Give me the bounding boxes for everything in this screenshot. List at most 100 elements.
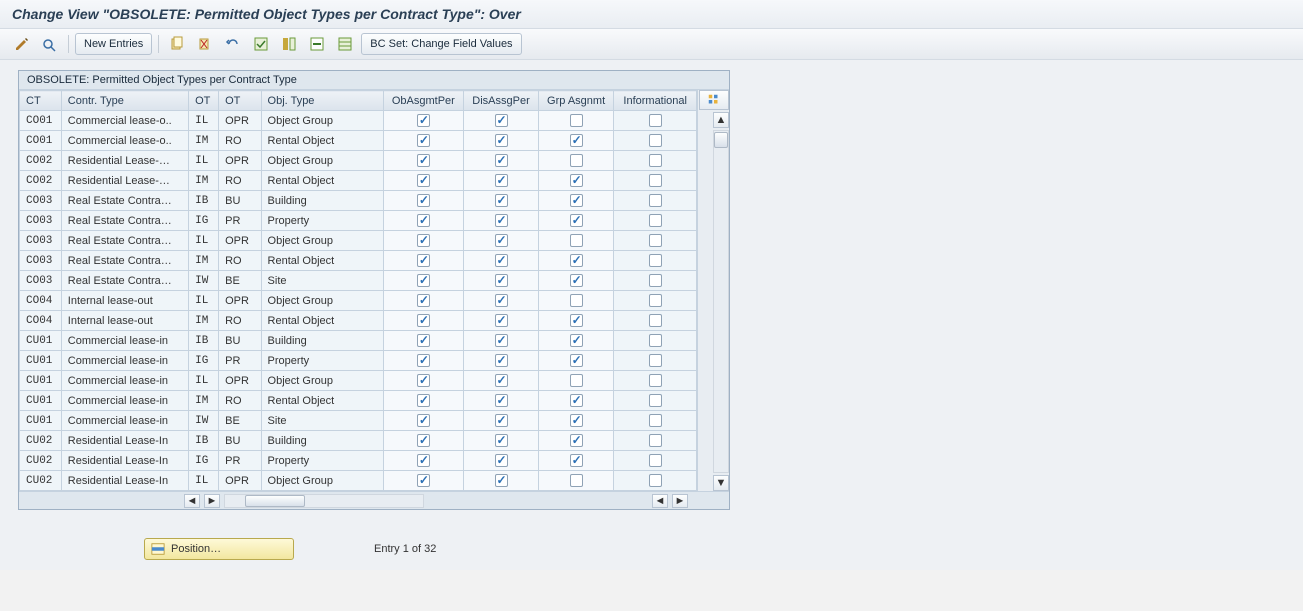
cell-ot1[interactable]: IW <box>189 411 219 431</box>
hscroll-thumb[interactable] <box>245 495 305 507</box>
cell-ot2[interactable]: BU <box>219 431 261 451</box>
cell-ot2[interactable]: PR <box>219 211 261 231</box>
cell-ct[interactable]: CU02 <box>20 471 62 491</box>
table-row[interactable]: CO03Real Estate Contra…IMRORental Object <box>20 251 697 271</box>
cell-obj-type[interactable]: Rental Object <box>261 391 383 411</box>
informational-checkbox[interactable] <box>649 274 662 287</box>
table-row[interactable]: CU01Commercial lease-inIGPRProperty <box>20 351 697 371</box>
other-view-icon[interactable] <box>38 33 62 55</box>
cell-ot1[interactable]: IL <box>189 291 219 311</box>
cell-ot1[interactable]: IL <box>189 471 219 491</box>
cell-obj-type[interactable]: Property <box>261 451 383 471</box>
informational-checkbox[interactable] <box>649 334 662 347</box>
table-row[interactable]: CO04Internal lease-outILOPRObject Group <box>20 291 697 311</box>
cell-contr-type[interactable]: Real Estate Contra… <box>61 251 188 271</box>
grpasgnmt-checkbox[interactable] <box>570 194 583 207</box>
copy-as-icon[interactable] <box>165 33 189 55</box>
informational-checkbox[interactable] <box>649 154 662 167</box>
table-row[interactable]: CO04Internal lease-outIMRORental Object <box>20 311 697 331</box>
disassgper-checkbox[interactable] <box>495 114 508 127</box>
table-row[interactable]: CO03Real Estate Contra…IBBUBuilding <box>20 191 697 211</box>
cell-ot2[interactable]: PR <box>219 451 261 471</box>
cell-obj-type[interactable]: Object Group <box>261 151 383 171</box>
cell-contr-type[interactable]: Real Estate Contra… <box>61 231 188 251</box>
cell-ot2[interactable]: OPR <box>219 371 261 391</box>
cell-ot1[interactable]: IL <box>189 111 219 131</box>
cell-ct[interactable]: CU01 <box>20 411 62 431</box>
cell-contr-type[interactable]: Internal lease-out <box>61 311 188 331</box>
cell-ct[interactable]: CU01 <box>20 331 62 351</box>
cell-contr-type[interactable]: Real Estate Contra… <box>61 191 188 211</box>
col-grpasgnmt[interactable]: Grp Asgnmt <box>538 91 613 111</box>
col-contr-type[interactable]: Contr. Type <box>61 91 188 111</box>
obasgmtper-checkbox[interactable] <box>417 154 430 167</box>
disassgper-checkbox[interactable] <box>495 314 508 327</box>
grpasgnmt-checkbox[interactable] <box>570 254 583 267</box>
grpasgnmt-checkbox[interactable] <box>570 134 583 147</box>
cell-ot2[interactable]: OPR <box>219 151 261 171</box>
cell-ot1[interactable]: IM <box>189 171 219 191</box>
table-row[interactable]: CO03Real Estate Contra…IWBESite <box>20 271 697 291</box>
cell-ct[interactable]: CO04 <box>20 291 62 311</box>
cell-ct[interactable]: CO01 <box>20 131 62 151</box>
informational-checkbox[interactable] <box>649 294 662 307</box>
table-row[interactable]: CU01Commercial lease-inILOPRObject Group <box>20 371 697 391</box>
disassgper-checkbox[interactable] <box>495 134 508 147</box>
table-settings-icon[interactable] <box>333 33 357 55</box>
table-row[interactable]: CO03Real Estate Contra…IGPRProperty <box>20 211 697 231</box>
cell-ot2[interactable]: RO <box>219 251 261 271</box>
cell-ct[interactable]: CO02 <box>20 151 62 171</box>
grpasgnmt-checkbox[interactable] <box>570 354 583 367</box>
col-obasgmtper[interactable]: ObAsgmtPer <box>383 91 464 111</box>
position-button[interactable]: Position… <box>144 538 294 560</box>
cell-ot1[interactable]: IB <box>189 331 219 351</box>
table-row[interactable]: CO01Commercial lease-o..ILOPRObject Grou… <box>20 111 697 131</box>
disassgper-checkbox[interactable] <box>495 334 508 347</box>
cell-ot2[interactable]: BU <box>219 191 261 211</box>
cell-ot2[interactable]: RO <box>219 391 261 411</box>
cell-ct[interactable]: CO03 <box>20 231 62 251</box>
col-informational[interactable]: Informational <box>614 91 697 111</box>
disassgper-checkbox[interactable] <box>495 454 508 467</box>
cell-ct[interactable]: CO01 <box>20 111 62 131</box>
select-block-icon[interactable] <box>277 33 301 55</box>
cell-obj-type[interactable]: Object Group <box>261 231 383 251</box>
scroll-track[interactable] <box>713 130 729 473</box>
disassgper-checkbox[interactable] <box>495 354 508 367</box>
disassgper-checkbox[interactable] <box>495 214 508 227</box>
cell-contr-type[interactable]: Commercial lease-in <box>61 411 188 431</box>
grpasgnmt-checkbox[interactable] <box>570 274 583 287</box>
cell-ot1[interactable]: IM <box>189 311 219 331</box>
scroll-right-far-icon[interactable]: ► <box>672 494 688 508</box>
grpasgnmt-checkbox[interactable] <box>570 174 583 187</box>
disassgper-checkbox[interactable] <box>495 154 508 167</box>
informational-checkbox[interactable] <box>649 374 662 387</box>
toggle-display-change-icon[interactable] <box>10 33 34 55</box>
table-row[interactable]: CU02Residential Lease-InIGPRProperty <box>20 451 697 471</box>
grpasgnmt-checkbox[interactable] <box>570 234 583 247</box>
cell-contr-type[interactable]: Residential Lease-… <box>61 171 188 191</box>
hscroll-track[interactable] <box>224 494 424 508</box>
table-config-button[interactable] <box>699 90 729 110</box>
cell-obj-type[interactable]: Site <box>261 271 383 291</box>
obasgmtper-checkbox[interactable] <box>417 434 430 447</box>
cell-ot1[interactable]: IG <box>189 351 219 371</box>
cell-ot2[interactable]: OPR <box>219 291 261 311</box>
scroll-left-far-icon[interactable]: ◄ <box>652 494 668 508</box>
grpasgnmt-checkbox[interactable] <box>570 214 583 227</box>
disassgper-checkbox[interactable] <box>495 474 508 487</box>
obasgmtper-checkbox[interactable] <box>417 294 430 307</box>
informational-checkbox[interactable] <box>649 114 662 127</box>
disassgper-checkbox[interactable] <box>495 394 508 407</box>
cell-obj-type[interactable]: Property <box>261 351 383 371</box>
grpasgnmt-checkbox[interactable] <box>570 114 583 127</box>
cell-ot1[interactable]: IL <box>189 231 219 251</box>
table-row[interactable]: CO02Residential Lease-…ILOPRObject Group <box>20 151 697 171</box>
obasgmtper-checkbox[interactable] <box>417 334 430 347</box>
obasgmtper-checkbox[interactable] <box>417 134 430 147</box>
cell-contr-type[interactable]: Real Estate Contra… <box>61 271 188 291</box>
grpasgnmt-checkbox[interactable] <box>570 414 583 427</box>
col-ct[interactable]: CT <box>20 91 62 111</box>
obasgmtper-checkbox[interactable] <box>417 394 430 407</box>
disassgper-checkbox[interactable] <box>495 294 508 307</box>
